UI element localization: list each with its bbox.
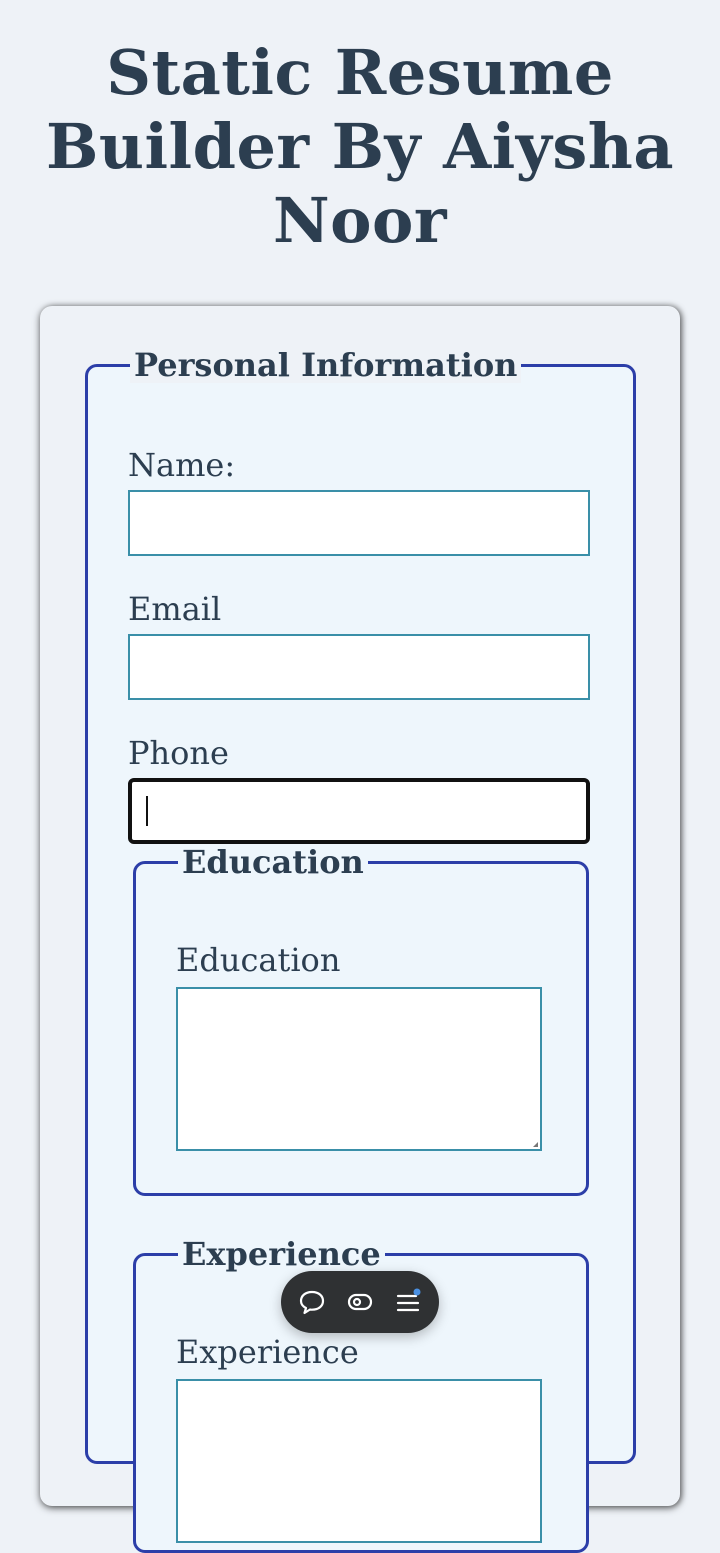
text-caret [146,796,148,826]
phone-label: Phone [128,734,229,772]
resize-handle-icon[interactable] [533,1142,538,1147]
experience-label: Experience [176,1333,359,1371]
menu-icon[interactable] [392,1286,424,1318]
personal-information-legend: Personal Information [130,347,522,383]
education-textarea[interactable] [176,987,542,1151]
experience-legend: Experience [178,1236,385,1272]
floating-toolbar [281,1271,439,1333]
education-legend: Education [178,844,368,880]
phone-input[interactable] [128,778,590,844]
name-label: Name: [128,446,236,484]
eye-icon[interactable] [344,1286,376,1318]
education-label: Education [176,941,341,979]
email-input[interactable] [128,634,590,700]
experience-textarea[interactable] [176,1379,542,1543]
page-title: Static Resume Builder By Aiysha Noor [46,36,674,257]
chat-icon[interactable] [296,1286,328,1318]
name-input[interactable] [128,490,590,556]
education-fieldset: Education Education [133,844,589,1196]
email-label: Email [128,590,222,628]
